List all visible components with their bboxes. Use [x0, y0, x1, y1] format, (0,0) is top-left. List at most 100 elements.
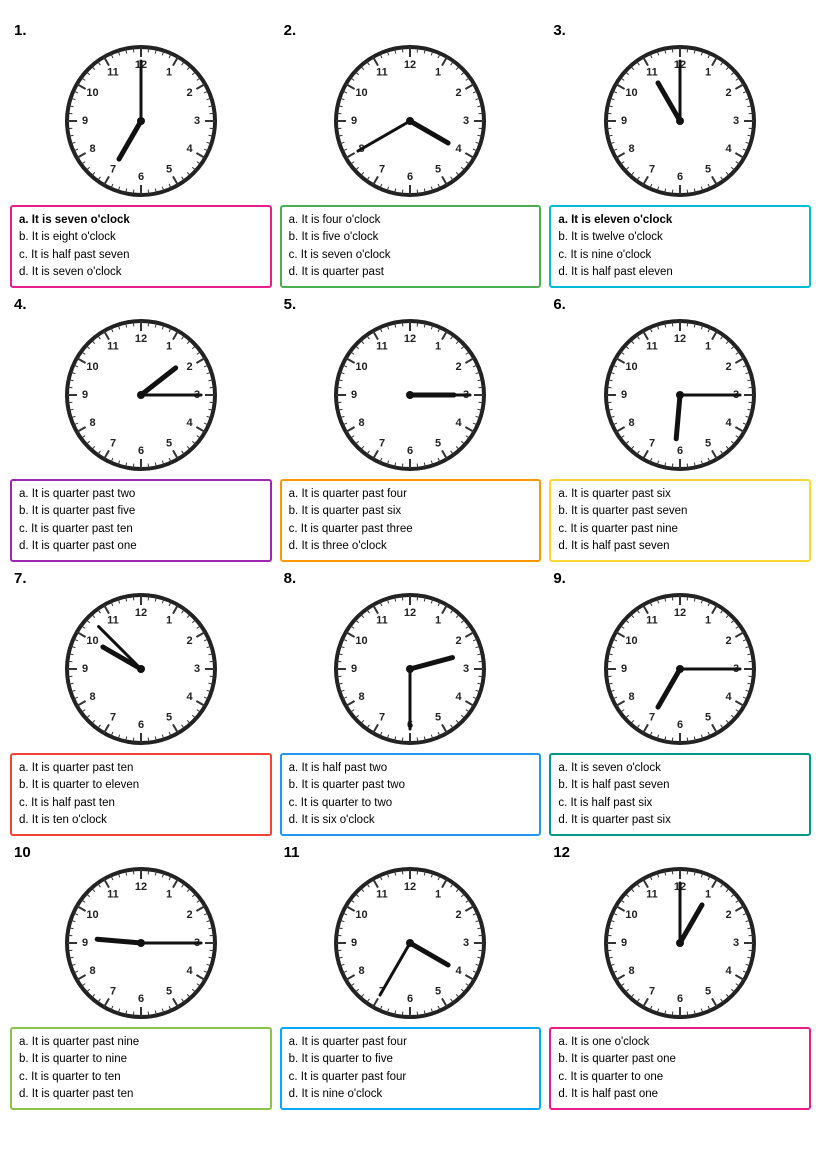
- svg-text:7: 7: [649, 986, 655, 998]
- svg-text:11: 11: [646, 67, 658, 79]
- svg-text:9: 9: [82, 389, 88, 401]
- svg-text:1: 1: [435, 889, 441, 901]
- answer-10-d: d. It is quarter past ten: [19, 1086, 263, 1103]
- svg-text:6: 6: [677, 171, 683, 183]
- svg-text:2: 2: [186, 909, 192, 921]
- svg-text:11: 11: [377, 341, 389, 353]
- svg-text:11: 11: [107, 67, 119, 79]
- svg-text:1: 1: [705, 341, 711, 353]
- clock-cell-11: 11 121234567891011 a. It is quarter past…: [280, 844, 542, 1110]
- clock-cell-4: 4. 121234567891011 a. It is quarter past…: [10, 296, 272, 562]
- svg-text:3: 3: [733, 937, 739, 949]
- svg-text:2: 2: [726, 361, 732, 373]
- svg-text:2: 2: [456, 909, 462, 921]
- answer-8-a: a. It is half past two: [289, 760, 533, 777]
- answer-11-d: d. It is nine o'clock: [289, 1086, 533, 1103]
- svg-text:10: 10: [626, 361, 638, 373]
- clock-face-6: 121234567891011: [600, 315, 760, 475]
- answer-4-d: d. It is quarter past one: [19, 538, 263, 555]
- svg-text:1: 1: [435, 341, 441, 353]
- svg-text:1: 1: [435, 67, 441, 79]
- svg-text:8: 8: [629, 417, 635, 429]
- svg-text:1: 1: [435, 615, 441, 627]
- answer-9-b: b. It is half past seven: [558, 777, 802, 794]
- answer-7-d: d. It is ten o'clock: [19, 812, 263, 829]
- answer-6-b: b. It is quarter past seven: [558, 503, 802, 520]
- svg-text:6: 6: [138, 445, 144, 457]
- answer-box-11: a. It is quarter past fourb. It is quart…: [280, 1027, 542, 1110]
- answer-1-d: d. It is seven o'clock: [19, 264, 263, 281]
- svg-text:11: 11: [646, 889, 658, 901]
- answer-10-a: a. It is quarter past nine: [19, 1034, 263, 1051]
- svg-text:4: 4: [456, 691, 463, 703]
- svg-text:1: 1: [705, 67, 711, 79]
- svg-text:8: 8: [359, 965, 365, 977]
- clock-face-7: 121234567891011: [61, 589, 221, 749]
- svg-text:12: 12: [404, 333, 416, 345]
- svg-text:1: 1: [166, 615, 172, 627]
- svg-text:2: 2: [186, 361, 192, 373]
- svg-text:2: 2: [726, 635, 732, 647]
- svg-text:5: 5: [705, 164, 711, 176]
- clock-label-8: 8.: [280, 570, 297, 587]
- svg-text:9: 9: [621, 389, 627, 401]
- svg-text:3: 3: [463, 937, 469, 949]
- answer-6-d: d. It is half past seven: [558, 538, 802, 555]
- svg-text:4: 4: [726, 691, 733, 703]
- clock-face-2: 121234567891011: [330, 41, 490, 201]
- answer-3-c: c. It is nine o'clock: [558, 247, 802, 264]
- svg-text:3: 3: [194, 115, 200, 127]
- answer-8-c: c. It is quarter to two: [289, 795, 533, 812]
- answer-11-c: c. It is quarter past four: [289, 1069, 533, 1086]
- answer-7-b: b. It is quarter to eleven: [19, 777, 263, 794]
- svg-text:3: 3: [463, 115, 469, 127]
- answer-3-b: b. It is twelve o'clock: [558, 229, 802, 246]
- svg-text:5: 5: [435, 712, 441, 724]
- svg-text:8: 8: [89, 965, 95, 977]
- svg-text:4: 4: [186, 965, 193, 977]
- svg-text:2: 2: [726, 909, 732, 921]
- svg-text:7: 7: [379, 164, 385, 176]
- svg-text:8: 8: [359, 691, 365, 703]
- svg-text:10: 10: [86, 909, 98, 921]
- svg-text:12: 12: [404, 881, 416, 893]
- svg-text:11: 11: [646, 341, 658, 353]
- clock-label-9: 9.: [549, 570, 566, 587]
- svg-text:2: 2: [456, 361, 462, 373]
- svg-text:2: 2: [456, 635, 462, 647]
- svg-text:10: 10: [356, 361, 368, 373]
- clock-cell-5: 5. 121234567891011 a. It is quarter past…: [280, 296, 542, 562]
- answer-5-d: d. It is three o'clock: [289, 538, 533, 555]
- answer-3-a: a. It is eleven o'clock: [558, 212, 802, 229]
- svg-text:6: 6: [138, 171, 144, 183]
- svg-text:9: 9: [351, 115, 357, 127]
- answer-8-b: b. It is quarter past two: [289, 777, 533, 794]
- answer-6-c: c. It is quarter past nine: [558, 521, 802, 538]
- svg-text:5: 5: [435, 986, 441, 998]
- clock-cell-9: 9. 121234567891011 a. It is seven o'cloc…: [549, 570, 811, 836]
- clock-face-10: 121234567891011: [61, 863, 221, 1023]
- answer-3-d: d. It is half past eleven: [558, 264, 802, 281]
- answer-12-c: c. It is quarter to one: [558, 1069, 802, 1086]
- svg-text:4: 4: [726, 143, 733, 155]
- svg-text:8: 8: [359, 417, 365, 429]
- answer-2-b: b. It is five o'clock: [289, 229, 533, 246]
- svg-text:6: 6: [138, 719, 144, 731]
- svg-text:4: 4: [186, 417, 193, 429]
- answer-box-9: a. It is seven o'clockb. It is half past…: [549, 753, 811, 836]
- clock-label-3: 3.: [549, 22, 566, 39]
- svg-text:8: 8: [629, 143, 635, 155]
- svg-text:10: 10: [626, 87, 638, 99]
- clock-cell-8: 8. 121234567891011 a. It is half past tw…: [280, 570, 542, 836]
- svg-text:4: 4: [726, 417, 733, 429]
- svg-text:7: 7: [110, 164, 116, 176]
- svg-text:9: 9: [351, 663, 357, 675]
- svg-text:1: 1: [166, 341, 172, 353]
- svg-text:4: 4: [456, 143, 463, 155]
- quiz-grid: 1. 121234567891011 a. It is seven o'cloc…: [10, 22, 811, 1110]
- svg-text:3: 3: [194, 663, 200, 675]
- svg-text:5: 5: [166, 438, 172, 450]
- svg-text:8: 8: [89, 691, 95, 703]
- svg-text:7: 7: [110, 438, 116, 450]
- svg-text:7: 7: [110, 986, 116, 998]
